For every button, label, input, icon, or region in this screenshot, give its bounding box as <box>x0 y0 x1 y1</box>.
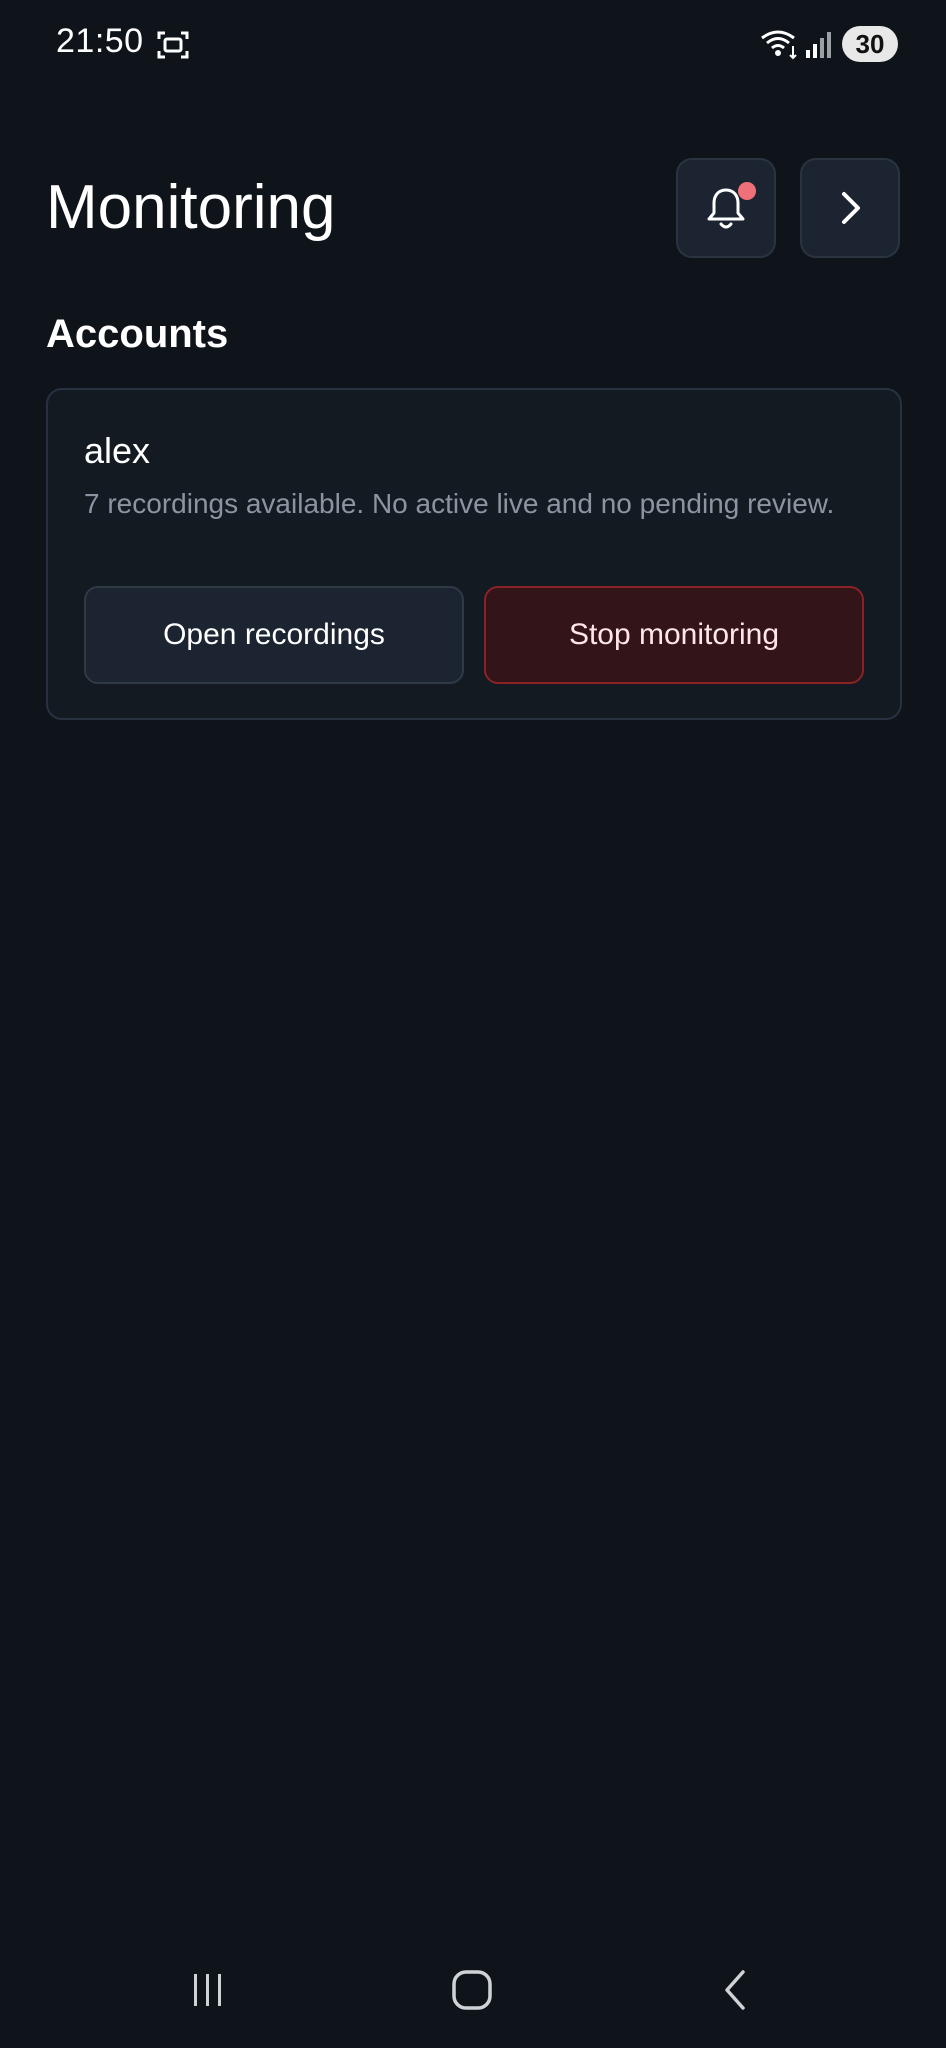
account-status-text: 7 recordings available. No active live a… <box>84 488 835 519</box>
account-name: alex <box>84 430 151 471</box>
wifi-icon <box>760 28 800 60</box>
recents-button[interactable] <box>178 1960 238 2020</box>
stop-monitoring-button[interactable]: Stop monitoring <box>484 586 864 684</box>
status-bar: 21:50 30 <box>0 0 946 88</box>
battery-badge: 30 <box>842 26 898 62</box>
next-button[interactable] <box>800 158 900 258</box>
page-title: Monitoring <box>46 173 336 242</box>
notification-dot <box>738 182 756 200</box>
home-button[interactable] <box>442 1960 502 2020</box>
screen-record-icon <box>156 29 190 61</box>
back-button[interactable] <box>706 1960 766 2020</box>
account-card: alex 7 recordings available. No active l… <box>46 388 902 720</box>
open-recordings-button[interactable]: Open recordings <box>84 586 464 684</box>
notifications-button[interactable] <box>676 158 776 258</box>
signal-icon <box>804 30 834 60</box>
system-nav-bar <box>0 1938 946 2048</box>
section-title-accounts: Accounts <box>46 312 229 356</box>
status-time: 21:50 <box>56 22 144 60</box>
